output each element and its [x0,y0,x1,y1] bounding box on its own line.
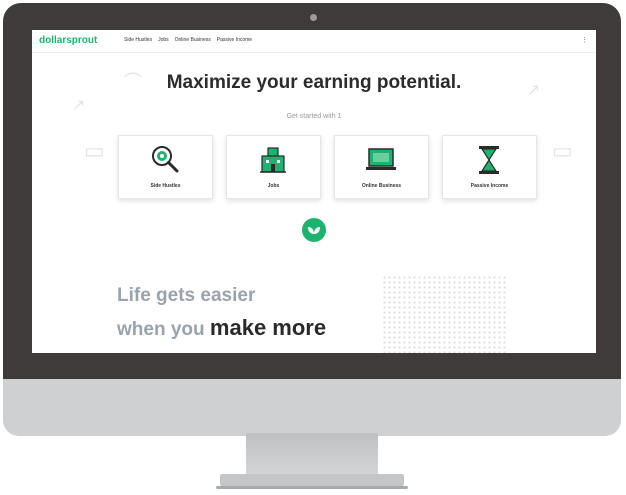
stand-shadow [216,486,408,489]
sprout-icon [308,227,320,234]
dot-pattern [382,275,507,353]
monitor-stand-neck [246,433,378,475]
scroll-down-button[interactable] [302,218,326,242]
tagline-prefix: when you [117,319,210,340]
menu-icon[interactable]: ⋮ [581,36,588,44]
monitor-stand-base [220,474,404,486]
monitor-bezel: dollarsprout Side Hustles Jobs Online Bu… [3,3,621,379]
website-screen: dollarsprout Side Hustles Jobs Online Bu… [32,30,596,353]
card-label: Online Business [361,183,402,189]
nav-link-side-hustles[interactable]: Side Hustles [124,37,152,43]
card-side-hustles[interactable]: Side Hustles [118,135,213,199]
cash-icon: ▭ [552,138,573,163]
cash-icon: ▭ [84,138,105,163]
nav-link-passive-income[interactable]: Passive Income [217,37,252,43]
tagline-line2: when you make more [117,315,326,341]
site-logo[interactable]: dollarsprout [39,35,97,46]
building-icon [260,147,286,173]
monitor-chin [3,379,621,436]
tagline-emphasis: make more [209,315,327,340]
camera-icon [310,14,317,21]
hero-subline: Get started with 1 [286,113,342,120]
card-online-business[interactable]: Online Business [334,135,429,199]
card-jobs[interactable]: Jobs [226,135,321,199]
nav-links: Side Hustles Jobs Online Business Passiv… [124,37,252,43]
magnifier-gear-icon [152,146,179,173]
nav-link-online-business[interactable]: Online Business [175,37,211,43]
tagline-line1: Life gets easier [117,285,256,306]
chart-icon: ↗ [72,97,86,114]
laptop-icon [366,148,396,170]
hero-headline: Maximize your earning potential. [166,72,462,93]
site-navbar: dollarsprout Side Hustles Jobs Online Bu… [32,30,596,53]
nav-link-jobs[interactable]: Jobs [158,37,169,43]
imac-monitor: dollarsprout Side Hustles Jobs Online Bu… [3,3,621,436]
card-label: Jobs [267,183,280,189]
card-label: Passive Income [470,183,509,189]
category-cards: Side Hustles Jobs Online Business Passiv… [118,135,537,199]
hourglass-icon [479,146,499,174]
card-label: Side Hustles [150,183,181,189]
card-passive-income[interactable]: Passive Income [442,135,537,199]
